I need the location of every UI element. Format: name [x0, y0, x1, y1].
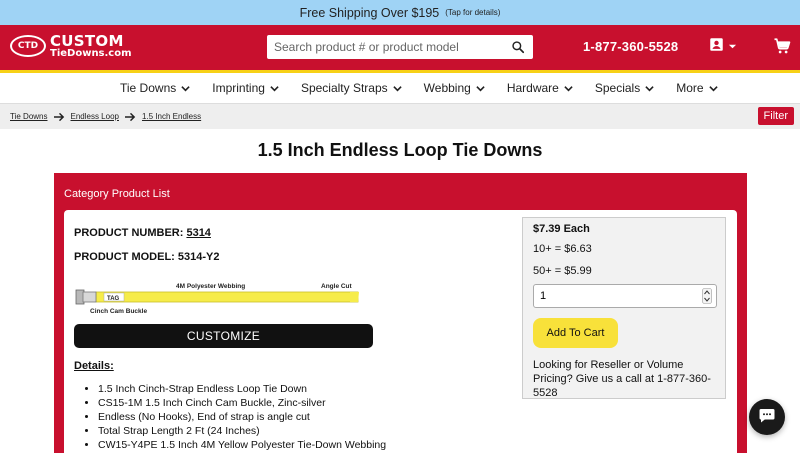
- stepper-arrows-icon[interactable]: [702, 288, 712, 304]
- customize-button[interactable]: CUSTOMIZE: [74, 324, 373, 348]
- chevron-down-icon: [181, 85, 190, 91]
- search-bar: [267, 35, 533, 59]
- chat-button[interactable]: [749, 399, 785, 435]
- price-tier-10: 10+ = $6.63: [533, 243, 592, 255]
- tag-label: TAG: [107, 296, 120, 302]
- chat-icon: [758, 406, 776, 429]
- detail-item: Total Strap Length 2 Ft (24 Inches): [98, 424, 386, 438]
- header-phone[interactable]: 1-877-360-5528: [583, 39, 678, 54]
- logo-word-tiedowns: TieDowns.com: [50, 48, 132, 59]
- nav-item-specials[interactable]: Specials: [595, 81, 654, 95]
- cut-label: Angle Cut: [321, 283, 353, 290]
- product-number-link[interactable]: 5314: [186, 227, 210, 239]
- breadcrumb-link[interactable]: Tie Downs: [10, 112, 48, 121]
- product-number-label: PRODUCT NUMBER:: [74, 227, 184, 239]
- add-to-cart-button[interactable]: Add To Cart: [533, 318, 618, 348]
- account-icon: [709, 37, 724, 57]
- category-title: Category Product List: [64, 188, 170, 200]
- chevron-down-icon: [645, 85, 654, 91]
- site-logo[interactable]: CTD CUSTOM TieDowns.com: [10, 32, 135, 61]
- breadcrumb-link[interactable]: Endless Loop: [71, 112, 119, 121]
- filter-button[interactable]: Filter: [757, 107, 794, 125]
- detail-item: CS15-1M 1.5 Inch Cinch Cam Buckle, Zinc-…: [98, 396, 386, 410]
- product-image[interactable]: TAG 4M Polyester Webbing Angle Cut Cinch…: [74, 280, 364, 320]
- nav-item-label: Imprinting: [212, 81, 265, 95]
- chevron-down-icon: [270, 85, 279, 91]
- strap-angle-cut: [350, 292, 359, 302]
- product-model-value: 5314-Y2: [177, 251, 220, 263]
- chevron-down-icon: [392, 85, 402, 91]
- chevron-down-icon: [564, 85, 573, 91]
- nav-item-tie-downs[interactable]: Tie Downs: [120, 81, 190, 95]
- nav-item-specialty-straps[interactable]: Specialty Straps: [301, 81, 402, 95]
- nav-item-imprinting[interactable]: Imprinting: [212, 81, 279, 95]
- quantity-input[interactable]: [534, 285, 702, 307]
- nav-item-label: Webbing: [423, 81, 471, 95]
- product-model-label: PRODUCT MODEL:: [74, 251, 175, 263]
- chevron-down-icon: [728, 38, 737, 56]
- price-box: $7.39 Each 10+ = $6.63 50+ = $5.99 Add T…: [522, 217, 726, 399]
- nav-item-label: Tie Downs: [120, 81, 177, 95]
- strap-webbing: [95, 291, 359, 303]
- arrow-right-icon: [124, 112, 136, 122]
- nav-item-webbing[interactable]: Webbing: [424, 81, 485, 95]
- page-title: 1.5 Inch Endless Loop Tie Downs: [257, 140, 543, 160]
- promo-banner[interactable]: Free Shipping Over $195 (Tap for details…: [0, 0, 800, 25]
- chevron-down-icon: [476, 85, 485, 91]
- search-icon[interactable]: [507, 36, 529, 58]
- nav-item-more[interactable]: More: [676, 81, 718, 95]
- details-list: 1.5 Inch Cinch-Strap Endless Loop Tie Do…: [98, 382, 386, 452]
- product-model: PRODUCT MODEL: 5314-Y2: [74, 251, 219, 263]
- breadcrumb-current[interactable]: 1.5 Inch Endless: [142, 112, 201, 121]
- nav-item-label: Specialty Straps: [300, 81, 388, 95]
- search-input[interactable]: [267, 35, 507, 59]
- details-heading: Details:: [74, 360, 114, 372]
- account-menu[interactable]: [709, 37, 743, 57]
- unit-price: $7.39 Each: [533, 223, 590, 235]
- promo-text[interactable]: Free Shipping Over $195: [300, 6, 440, 20]
- webbing-label: 4M Polyester Webbing: [176, 283, 245, 290]
- promo-details-link[interactable]: (Tap for details): [445, 8, 500, 17]
- buckle-frame: [82, 291, 97, 303]
- detail-item: 1.5 Inch Cinch-Strap Endless Loop Tie Do…: [98, 382, 386, 396]
- main-nav: Tie Downs Imprinting Specialty Straps We…: [0, 73, 800, 104]
- detail-item: Endless (No Hooks), End of strap is angl…: [98, 410, 386, 424]
- nav-item-hardware[interactable]: Hardware: [507, 81, 573, 95]
- nav-item-label: Hardware: [506, 81, 559, 95]
- chevron-down-icon: [708, 85, 718, 91]
- quantity-stepper: [533, 284, 717, 308]
- buckle-label: Cinch Cam Buckle: [90, 308, 147, 315]
- site-header: CTD CUSTOM TieDowns.com 1-877-360-5528: [0, 25, 800, 70]
- cart-icon[interactable]: [773, 37, 791, 55]
- arrow-right-icon: [53, 112, 65, 122]
- nav-item-label: Specials: [594, 81, 641, 95]
- breadcrumb: Tie Downs Endless Loop 1.5 Inch Endless …: [0, 104, 800, 129]
- product-card: PRODUCT NUMBER: 5314 PRODUCT MODEL: 5314…: [64, 210, 737, 460]
- nav-item-label: More: [676, 81, 704, 95]
- price-tier-50: 50+ = $5.99: [533, 265, 592, 277]
- category-product-list: Category Product List PRODUCT NUMBER: 53…: [54, 173, 747, 460]
- product-number: PRODUCT NUMBER: 5314: [74, 227, 211, 239]
- reseller-info: Looking for Reseller or Volume Pricing? …: [533, 359, 711, 399]
- logo-badge: CTD: [10, 35, 46, 57]
